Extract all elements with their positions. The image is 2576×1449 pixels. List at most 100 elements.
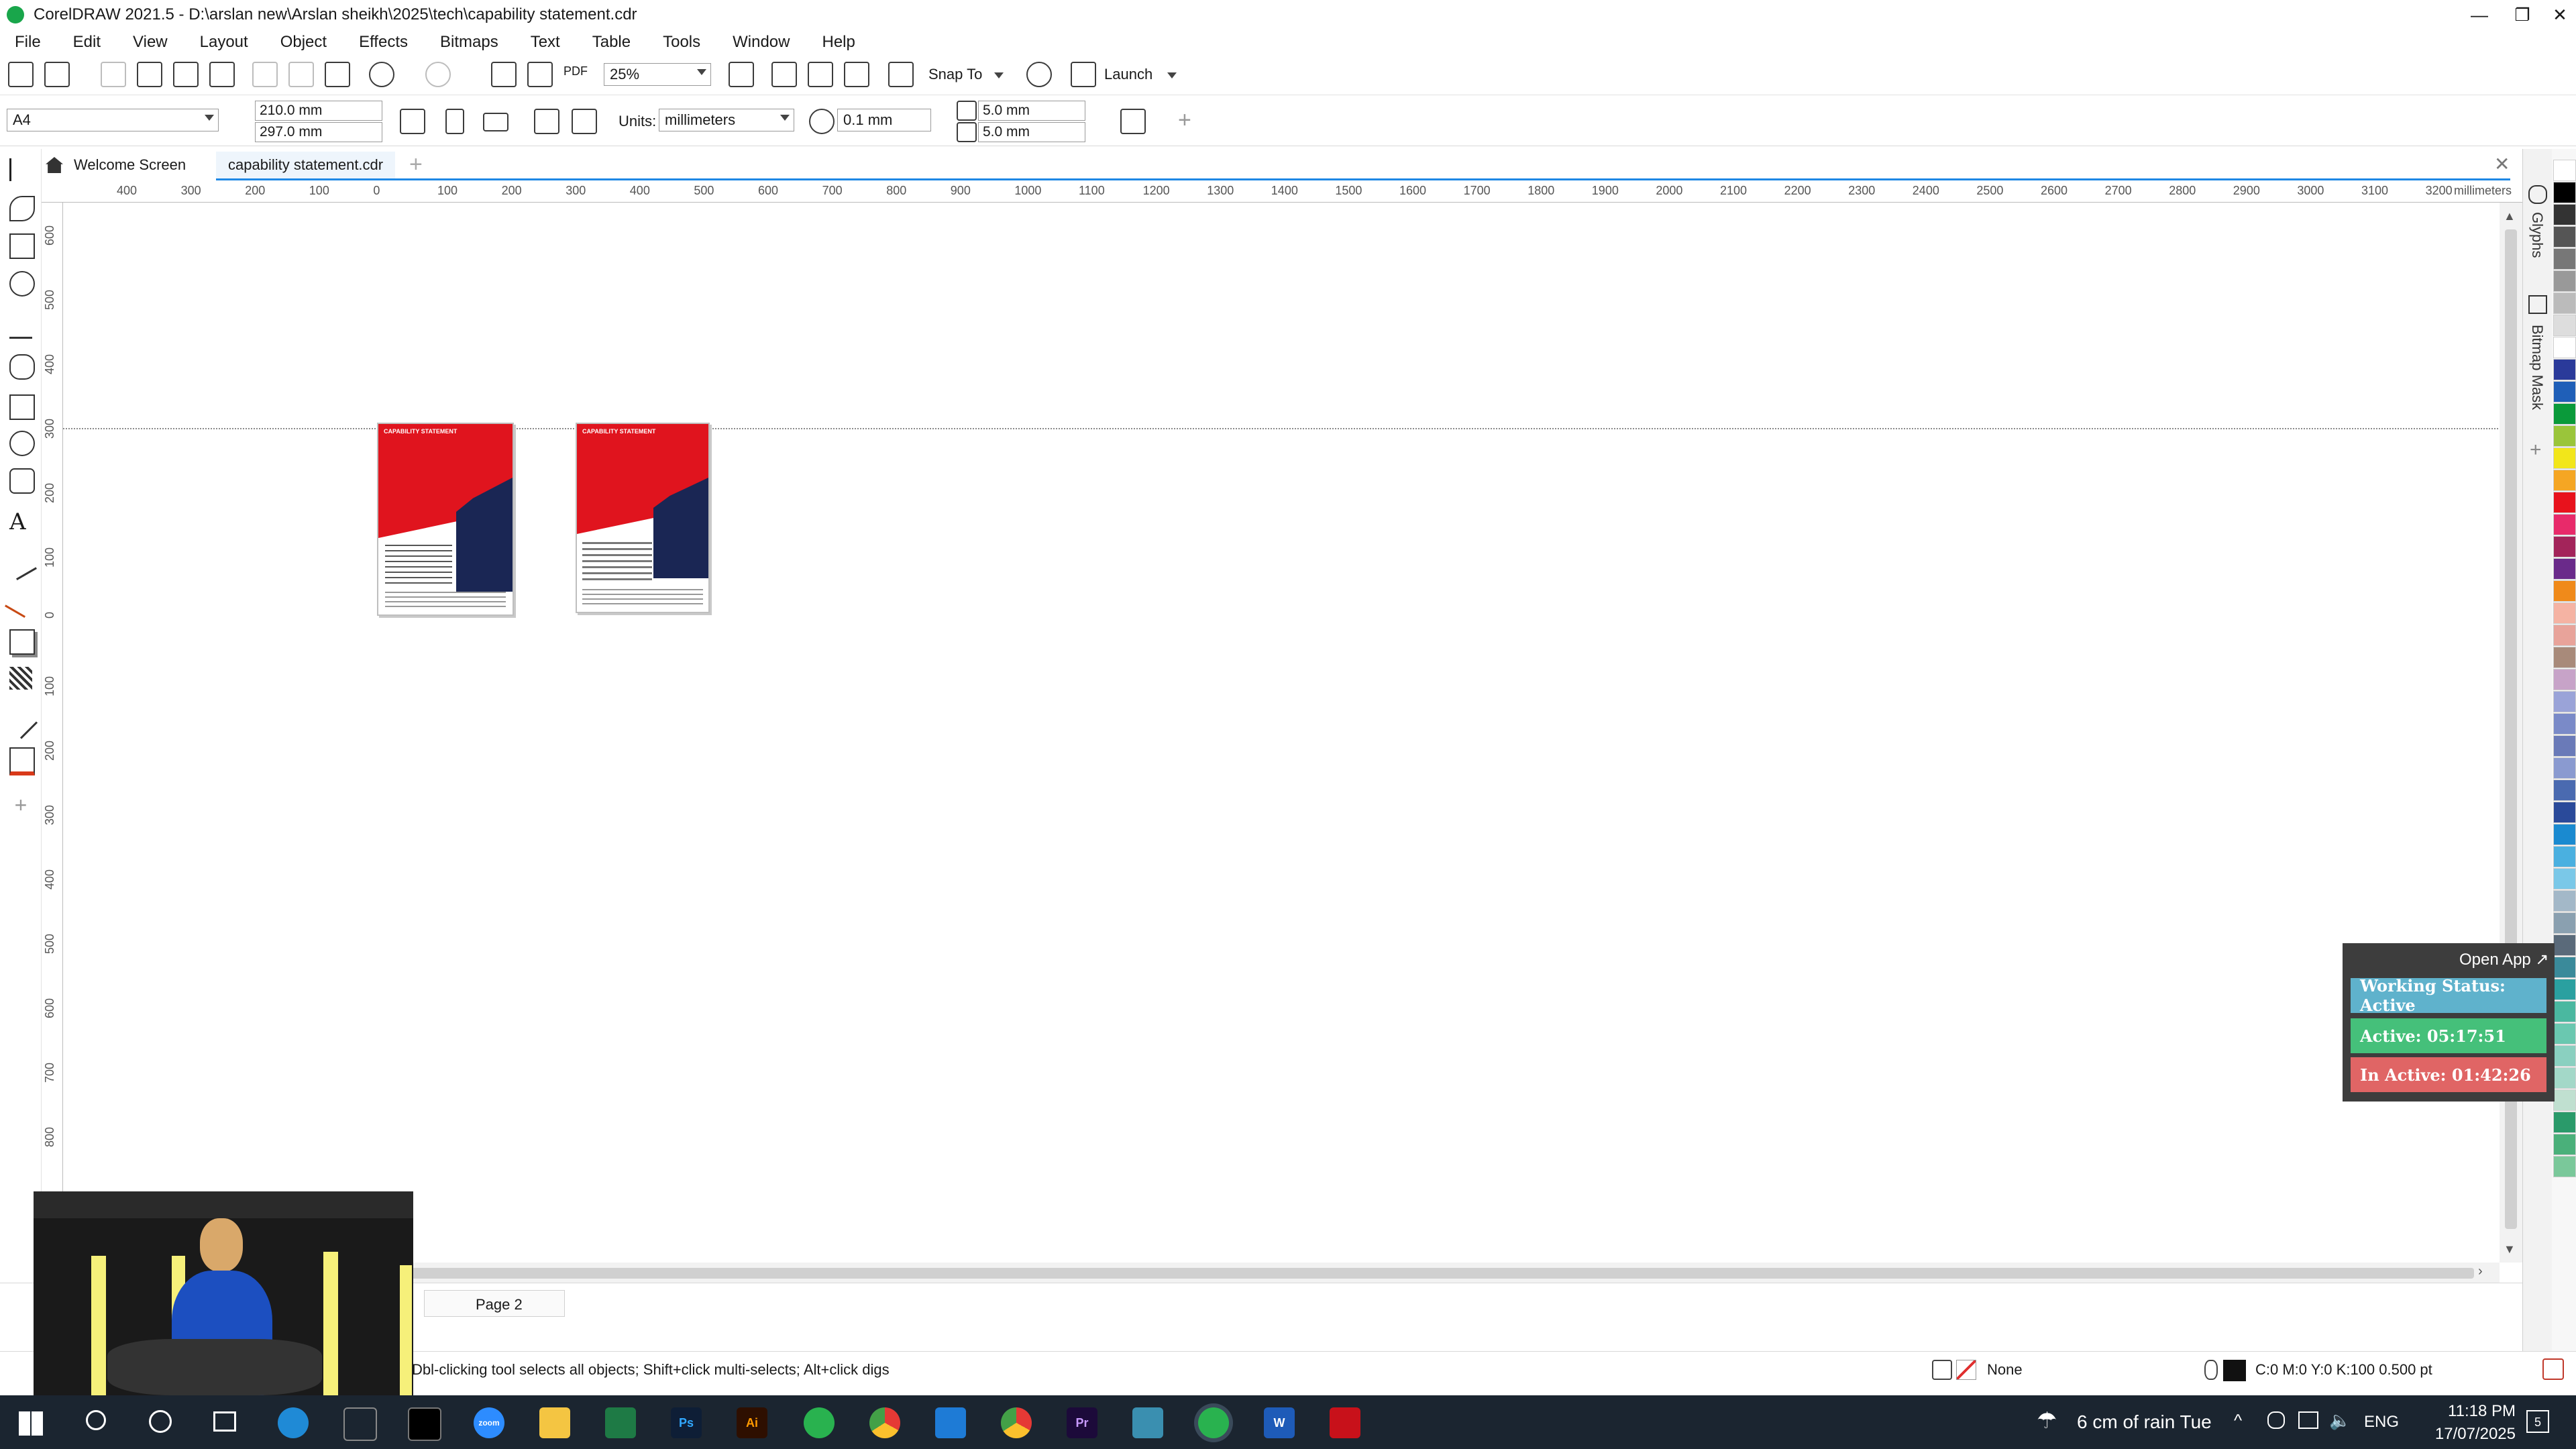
weather-text[interactable]: 6 cm of rain Tue: [2077, 1411, 2212, 1433]
drop-shadow-tool-icon[interactable]: [9, 629, 35, 655]
page-height-field[interactable]: 297.0 mm: [255, 122, 382, 142]
palette-swatch[interactable]: [2553, 802, 2576, 823]
menu-text[interactable]: Text: [531, 33, 560, 52]
palette-swatch[interactable]: [2553, 890, 2576, 912]
palette-swatch[interactable]: [2553, 204, 2576, 225]
bitmap-mask-icon[interactable]: [2528, 295, 2547, 314]
palette-swatch[interactable]: [2553, 912, 2576, 934]
outline-color-swatch[interactable]: [2223, 1360, 2246, 1381]
menu-object[interactable]: Object: [280, 33, 327, 52]
import-icon[interactable]: [491, 62, 517, 87]
language-indicator[interactable]: ENG: [2364, 1413, 2399, 1432]
polygon-tool-icon[interactable]: [9, 468, 35, 494]
zoom-level-field[interactable]: 25%: [604, 63, 711, 86]
treat-as-filled-icon[interactable]: [1120, 109, 1146, 134]
menu-window[interactable]: Window: [733, 33, 790, 52]
scroll-up-icon[interactable]: ▲: [2504, 209, 2516, 223]
chrome-profile-icon[interactable]: [1001, 1407, 1032, 1438]
palette-swatch[interactable]: [2553, 979, 2576, 1000]
duplicate-page-icon[interactable]: [534, 109, 559, 134]
close-tab-icon[interactable]: ✕: [2494, 153, 2510, 175]
video-overlay[interactable]: [34, 1191, 413, 1395]
premiere-icon[interactable]: Pr: [1067, 1407, 1097, 1438]
add-icon[interactable]: +: [1178, 107, 1191, 133]
glyphs-icon[interactable]: [2528, 185, 2547, 204]
cloud-export-icon[interactable]: [173, 62, 199, 87]
vscode-icon[interactable]: [935, 1407, 966, 1438]
excel-icon[interactable]: [605, 1407, 636, 1438]
rectangle-tool-icon[interactable]: [9, 394, 35, 420]
chrome-icon[interactable]: [869, 1407, 900, 1438]
shape-tool-icon[interactable]: [9, 196, 35, 221]
palette-swatch[interactable]: [2553, 625, 2576, 646]
snap-to-dropdown[interactable]: Snap To: [928, 66, 982, 83]
new-tab-icon[interactable]: +: [409, 152, 423, 178]
artistic-media-tool-icon[interactable]: [9, 354, 35, 380]
palette-swatch[interactable]: [2553, 757, 2576, 779]
minimize-button[interactable]: —: [2458, 0, 2501, 30]
vertical-scrollbar[interactable]: ▲ ▼: [2500, 203, 2522, 1263]
palette-swatch[interactable]: [2553, 447, 2576, 469]
text-tool-icon[interactable]: A: [9, 508, 32, 535]
open-app-link[interactable]: Open App ↗: [2459, 950, 2549, 969]
horizontal-scrollbar[interactable]: ›: [63, 1263, 2500, 1283]
palette-swatch[interactable]: [2553, 602, 2576, 624]
save-icon[interactable]: [101, 62, 126, 87]
chevron-up-icon[interactable]: ^: [2234, 1410, 2242, 1431]
close-button[interactable]: ✕: [2538, 0, 2576, 30]
network-icon[interactable]: [2298, 1411, 2318, 1429]
palette-swatch[interactable]: [2553, 1089, 2576, 1111]
palette-swatch[interactable]: [2553, 1156, 2576, 1177]
horizontal-ruler[interactable]: 400 300 200 100 0 100 200 300 400 500 600 700 800 900…: [42, 181, 2524, 203]
menu-help[interactable]: Help: [822, 33, 855, 52]
palette-swatch[interactable]: [2553, 248, 2576, 270]
palette-swatch[interactable]: [2553, 558, 2576, 580]
word-icon[interactable]: W: [1264, 1407, 1295, 1438]
gear-icon[interactable]: [1026, 62, 1052, 87]
ellipse-tool-icon[interactable]: [9, 431, 35, 456]
palette-swatch[interactable]: [2553, 735, 2576, 757]
outline-pen-icon[interactable]: [2204, 1360, 2218, 1380]
redo-icon[interactable]: [425, 62, 451, 87]
task-view-icon[interactable]: [213, 1411, 236, 1432]
palette-swatch[interactable]: [2553, 934, 2576, 956]
menu-file[interactable]: File: [15, 33, 41, 52]
nudge-distance-field[interactable]: 0.1 mm: [837, 109, 931, 131]
connector-tool-icon[interactable]: [5, 584, 37, 619]
copy-icon[interactable]: [288, 62, 314, 87]
palette-swatch[interactable]: [2553, 691, 2576, 712]
palette-swatch[interactable]: [2553, 824, 2576, 845]
rulers-icon[interactable]: [771, 62, 797, 87]
illustrator-icon[interactable]: Ai: [737, 1407, 767, 1438]
launch-icon[interactable]: [1071, 62, 1096, 87]
palette-swatch[interactable]: [2553, 1134, 2576, 1155]
open-icon[interactable]: [44, 62, 70, 87]
guidelines-icon[interactable]: [844, 62, 869, 87]
palette-swatch[interactable]: [2553, 868, 2576, 890]
tab-capability-statement[interactable]: capability statement.cdr: [216, 152, 396, 178]
palette-swatch[interactable]: [2553, 647, 2576, 668]
no-fill-swatch[interactable]: [1956, 1360, 1976, 1380]
cut-icon[interactable]: [252, 62, 278, 87]
grid-icon[interactable]: [808, 62, 833, 87]
terminal-icon[interactable]: [408, 1407, 441, 1441]
units-select[interactable]: millimeters: [659, 109, 794, 131]
page-size-select[interactable]: A4: [7, 109, 219, 131]
landscape-icon[interactable]: [483, 113, 508, 131]
duplicate-x-field[interactable]: 5.0 mm: [978, 101, 1085, 121]
palette-swatch[interactable]: [2553, 846, 2576, 867]
cortana-icon[interactable]: [149, 1410, 172, 1433]
palette-swatch[interactable]: [2553, 514, 2576, 535]
align-icon[interactable]: [572, 109, 597, 134]
chevron-down-icon[interactable]: [994, 72, 1004, 78]
export-icon[interactable]: [527, 62, 553, 87]
menu-view[interactable]: View: [133, 33, 168, 52]
meet-now-icon[interactable]: [2267, 1411, 2285, 1429]
palette-swatch[interactable]: [2553, 270, 2576, 292]
palette-swatch[interactable]: [2553, 1112, 2576, 1133]
scroll-down-icon[interactable]: ▼: [2504, 1242, 2516, 1256]
palette-swatch[interactable]: [2553, 292, 2576, 314]
palette-swatch[interactable]: [2553, 182, 2576, 203]
pick-tool-icon[interactable]: [9, 158, 34, 181]
menu-bitmaps[interactable]: Bitmaps: [440, 33, 498, 52]
